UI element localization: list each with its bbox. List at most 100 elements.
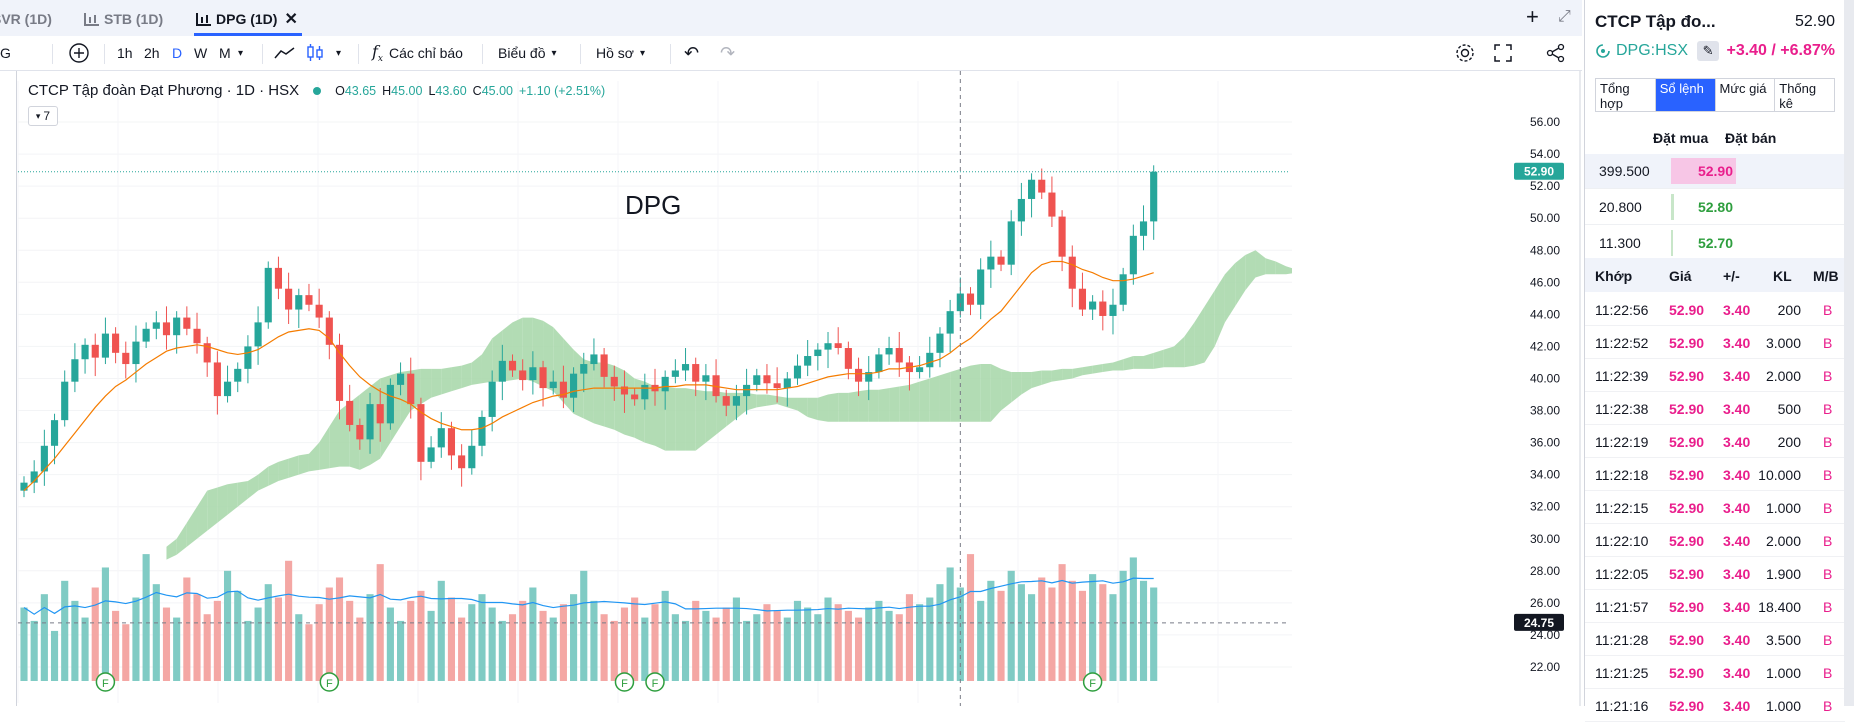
tab-label: DPG (1D) xyxy=(216,11,278,27)
candle-body xyxy=(193,328,201,344)
edit-icon[interactable]: ✎ xyxy=(1697,41,1720,61)
trade-volume: 2.000 xyxy=(1765,533,1801,549)
ichimoku-cloud-segment xyxy=(950,368,961,422)
profile-button[interactable]: Hồ sơ ▾ xyxy=(596,36,645,70)
volume-bar xyxy=(1007,570,1015,681)
expand-icon[interactable]: ⤢ xyxy=(1558,8,1571,26)
ichimoku-cloud-segment xyxy=(1275,261,1286,275)
panel-scrollbar[interactable] xyxy=(1844,0,1854,706)
indicator-collapse-button[interactable]: ▾ 7 xyxy=(28,106,58,126)
add-symbol-icon[interactable] xyxy=(68,36,90,70)
tab-statistics[interactable]: Thống kê xyxy=(1775,79,1834,111)
tab-svr[interactable]: SVR (1D) xyxy=(0,8,52,30)
interval-w[interactable]: W xyxy=(194,36,207,70)
undo-icon[interactable]: ↶ xyxy=(684,36,699,70)
close-tab-icon[interactable]: ✕ xyxy=(284,9,297,29)
tab-stb[interactable]: STB (1D) xyxy=(84,8,163,30)
share-icon[interactable] xyxy=(1546,36,1566,70)
volume-bar xyxy=(223,570,232,681)
ichimoku-cloud-segment xyxy=(1153,349,1164,369)
volume-bar xyxy=(437,580,445,681)
volume-bar xyxy=(1028,594,1036,681)
volume-bar xyxy=(254,607,262,681)
volume-bar xyxy=(173,617,181,681)
interval-d[interactable]: D xyxy=(172,36,182,70)
ichimoku-cloud-segment xyxy=(329,410,340,469)
panel-symbol[interactable]: DPG:HSX ✎ xyxy=(1595,41,1720,61)
last-price-label: 52.90 xyxy=(1524,165,1554,179)
chart-type-button[interactable]: Biểu đồ ▾ xyxy=(498,36,557,70)
indicators-button[interactable]: fx Các chỉ báo xyxy=(372,36,463,70)
volume-bar xyxy=(743,620,751,681)
volume-bar xyxy=(468,604,476,681)
volume-bar xyxy=(61,580,69,681)
volume-bar xyxy=(1139,580,1148,681)
ichimoku-cloud-segment xyxy=(217,484,228,523)
candle-chart-icon[interactable] xyxy=(305,36,325,70)
live-icon xyxy=(1596,44,1610,58)
trade-row[interactable]: 11:22:19 52.90 3.40 200 B xyxy=(1585,425,1845,458)
interval-2h[interactable]: 2h xyxy=(144,36,160,70)
trade-row[interactable]: 11:22:10 52.90 3.40 2.000 B xyxy=(1585,524,1845,557)
tab-summary[interactable]: Tổng hợp xyxy=(1596,79,1656,111)
interval-m[interactable]: M xyxy=(219,36,231,70)
order-book-row[interactable]: 20.800 52.80 xyxy=(1585,190,1845,225)
volume-bar xyxy=(793,600,802,681)
ichimoku-cloud-segment xyxy=(1001,368,1012,411)
tab-price-levels[interactable]: Mức giá xyxy=(1716,79,1776,111)
trade-side: B xyxy=(1823,434,1833,450)
ichimoku-cloud-segment xyxy=(705,391,717,443)
y-tick-label: 52.00 xyxy=(1530,179,1560,193)
candle-body xyxy=(661,376,669,392)
ichimoku-cloud-segment xyxy=(848,391,859,422)
trade-row[interactable]: 11:22:18 52.90 3.40 10.000 B xyxy=(1585,458,1845,491)
divider xyxy=(482,44,483,64)
candle-body xyxy=(804,356,812,366)
trade-price: 52.90 xyxy=(1669,566,1705,582)
candle-body xyxy=(946,311,954,334)
header-volume: KL xyxy=(1773,268,1792,284)
trade-row[interactable]: 11:21:28 52.90 3.40 3.500 B xyxy=(1585,623,1845,656)
line-chart-icon[interactable] xyxy=(274,36,296,70)
order-book-row[interactable]: 11.300 52.70 xyxy=(1585,226,1845,261)
tab-dpg[interactable]: DPG (1D) ✕ xyxy=(196,8,298,30)
interval-1h[interactable]: 1h xyxy=(117,36,133,70)
ichimoku-cloud-segment xyxy=(756,394,767,408)
add-tab-icon[interactable]: + xyxy=(1526,4,1539,30)
symbol-partial[interactable]: G xyxy=(0,36,11,70)
divider xyxy=(580,44,581,64)
interval-dropdown-icon[interactable]: ▾ xyxy=(238,36,243,70)
trade-row[interactable]: 11:22:05 52.90 3.40 1.900 B xyxy=(1585,557,1845,590)
trade-row[interactable]: 11:22:15 52.90 3.40 1.000 B xyxy=(1585,491,1845,524)
ichimoku-cloud-segment xyxy=(1265,258,1276,275)
price-chart[interactable]: F F F F F 56.00 54.00 52.00 50.00 48.00 46.00 44.00… xyxy=(0,71,1582,706)
trade-change: 3.40 xyxy=(1723,302,1751,318)
trade-row[interactable]: 11:22:39 52.90 3.40 2.000 B xyxy=(1585,359,1845,392)
candle-body xyxy=(529,367,537,381)
volume-bar xyxy=(936,584,944,681)
trade-price: 52.90 xyxy=(1669,467,1705,483)
order-book-row[interactable]: 399.500 52.90 xyxy=(1585,154,1845,189)
trade-row[interactable]: 11:22:52 52.90 3.40 3.000 B xyxy=(1585,326,1845,359)
fullscreen-icon[interactable] xyxy=(1494,36,1512,70)
trade-change: 3.40 xyxy=(1723,335,1751,351)
trade-row[interactable]: 11:22:38 52.90 3.40 500 B xyxy=(1585,392,1845,425)
volume-bar xyxy=(580,570,588,681)
volume-bar xyxy=(997,590,1005,681)
ichimoku-cloud-segment xyxy=(766,394,778,406)
tab-order-book[interactable]: Sổ lệnh xyxy=(1655,79,1716,111)
candle-body xyxy=(478,416,486,446)
trade-row[interactable]: 11:21:25 52.90 3.40 1.000 B xyxy=(1585,656,1845,689)
ichimoku-cloud-segment xyxy=(237,481,248,507)
trade-row[interactable]: 11:21:57 52.90 3.40 18.400 B xyxy=(1585,590,1845,623)
candle-body xyxy=(1109,304,1117,316)
redo-icon[interactable]: ↷ xyxy=(720,36,735,70)
settings-icon[interactable] xyxy=(1454,36,1476,70)
trade-side: B xyxy=(1823,368,1833,384)
ichimoku-cloud-segment xyxy=(1092,364,1103,374)
chart-style-dropdown-icon[interactable]: ▾ xyxy=(336,36,341,70)
volume-bar xyxy=(651,604,659,681)
trade-row[interactable]: 11:22:56 52.90 3.40 200 B xyxy=(1585,293,1845,326)
event-marker-label: F xyxy=(652,678,659,690)
chart-area[interactable]: F F F F F 56.00 54.00 52.00 50.00 48.00 46.00 44.00… xyxy=(0,71,1582,706)
